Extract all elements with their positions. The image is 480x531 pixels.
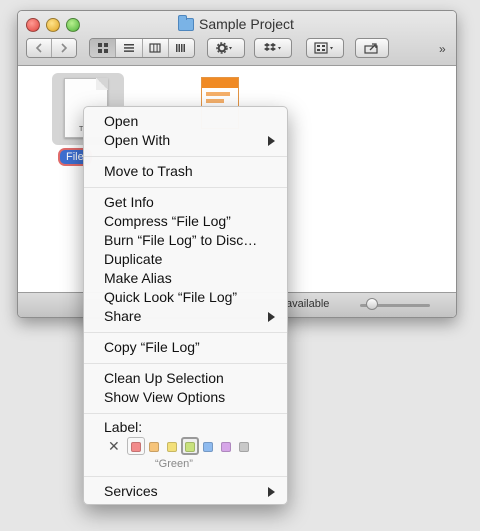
submenu-arrow-icon <box>268 487 275 497</box>
menu-item-copy[interactable]: Copy “File Log” <box>84 339 287 357</box>
menu-item-label: Get Info <box>104 194 154 210</box>
share-icon <box>364 43 378 54</box>
gear-icon <box>216 42 232 54</box>
menu-item-label: Copy “File Log” <box>104 339 200 355</box>
menu-item-move-to-trash[interactable]: Move to Trash <box>84 163 287 181</box>
menu-separator <box>84 332 287 333</box>
menu-item-get-info[interactable]: Get Info <box>84 194 287 212</box>
menu-item-label: Move to Trash <box>104 163 193 179</box>
menu-item-clean-up-selection[interactable]: Clean Up Selection <box>84 370 287 388</box>
menu-item-open[interactable]: Open <box>84 113 287 131</box>
window-title-text: Sample Project <box>199 16 294 32</box>
coverflow-icon <box>176 44 186 52</box>
action-button[interactable] <box>207 38 245 58</box>
menu-item-show-view-options[interactable]: Show View Options <box>84 389 287 407</box>
outline-header <box>202 78 238 88</box>
outline-row <box>206 99 224 103</box>
minimize-button[interactable] <box>46 18 60 32</box>
hovered-label-name: “Green” <box>155 458 193 470</box>
menu-item-services[interactable]: Services <box>84 483 287 501</box>
back-button[interactable] <box>27 39 52 57</box>
label-section-header: Label: <box>104 419 143 435</box>
chevron-right-icon <box>61 43 68 53</box>
context-menu: Open Open With Move to Trash Get Info Co… <box>83 106 288 505</box>
menu-item-quick-look[interactable]: Quick Look “File Log” <box>84 289 287 307</box>
available-space-text: available <box>286 298 330 310</box>
more-chevrons-icon[interactable]: » <box>439 42 446 56</box>
label-purple-swatch[interactable] <box>221 442 231 452</box>
dropbox-button[interactable] <box>254 38 292 58</box>
dropbox-icon <box>264 43 281 51</box>
menu-item-label: Compress “File Log” <box>104 213 231 229</box>
view-mode-control <box>89 38 195 58</box>
menu-item-duplicate[interactable]: Duplicate <box>84 251 287 269</box>
share-button[interactable] <box>355 38 389 58</box>
menu-item-label: Burn “File Log” to Disc… <box>104 232 258 248</box>
list-view-icon <box>123 44 134 52</box>
label-red-swatch[interactable] <box>131 442 141 452</box>
menu-separator <box>84 187 287 188</box>
menu-item-open-with[interactable]: Open With <box>84 132 287 150</box>
menu-item-label: Share <box>104 308 142 324</box>
submenu-arrow-icon <box>268 312 275 322</box>
coverflow-view-button[interactable] <box>168 39 194 57</box>
folder-icon <box>178 14 194 31</box>
menu-separator <box>84 156 287 157</box>
menu-separator <box>84 476 287 477</box>
menu-separator <box>84 413 287 414</box>
icon-view-button[interactable] <box>90 39 117 57</box>
menu-separator <box>84 363 287 364</box>
menu-item-burn-to-disc[interactable]: Burn “File Log” to Disc… <box>84 232 287 250</box>
column-view-button[interactable] <box>142 39 169 57</box>
close-button[interactable] <box>26 18 40 32</box>
label-yellow-swatch[interactable] <box>167 442 177 452</box>
icon-size-slider-knob[interactable] <box>366 298 378 310</box>
title-bar: Sample Project » <box>18 11 456 66</box>
arrange-button[interactable] <box>306 38 344 58</box>
menu-item-label: Quick Look “File Log” <box>104 289 238 305</box>
submenu-arrow-icon <box>268 136 275 146</box>
forward-button[interactable] <box>52 39 76 57</box>
label-green-swatch[interactable] <box>185 442 195 452</box>
menu-item-label: Show View Options <box>104 389 226 405</box>
menu-item-label: Services <box>104 483 158 499</box>
label-orange-swatch[interactable] <box>149 442 159 452</box>
label-blue-swatch[interactable] <box>203 442 213 452</box>
label-gray-swatch[interactable] <box>239 442 249 452</box>
menu-item-share[interactable]: Share <box>84 308 287 326</box>
menu-item-label: Open <box>104 113 139 129</box>
window-title: Sample Project <box>178 14 294 32</box>
chevron-left-icon <box>35 43 42 53</box>
icon-view-icon <box>97 43 108 53</box>
zoom-button[interactable] <box>66 18 80 32</box>
menu-item-compress[interactable]: Compress “File Log” <box>84 213 287 231</box>
arrange-icon <box>314 42 333 54</box>
menu-item-label: Duplicate <box>104 251 163 267</box>
menu-item-label: Make Alias <box>104 270 172 286</box>
menu-item-label: Open With <box>104 132 171 148</box>
outline-row <box>206 92 230 96</box>
remove-label-icon[interactable]: ✕ <box>108 438 120 455</box>
column-view-icon <box>149 43 161 53</box>
list-view-button[interactable] <box>116 39 143 57</box>
menu-item-make-alias[interactable]: Make Alias <box>84 270 287 288</box>
menu-item-label: Clean Up Selection <box>104 370 224 386</box>
back-forward-control <box>26 38 77 58</box>
